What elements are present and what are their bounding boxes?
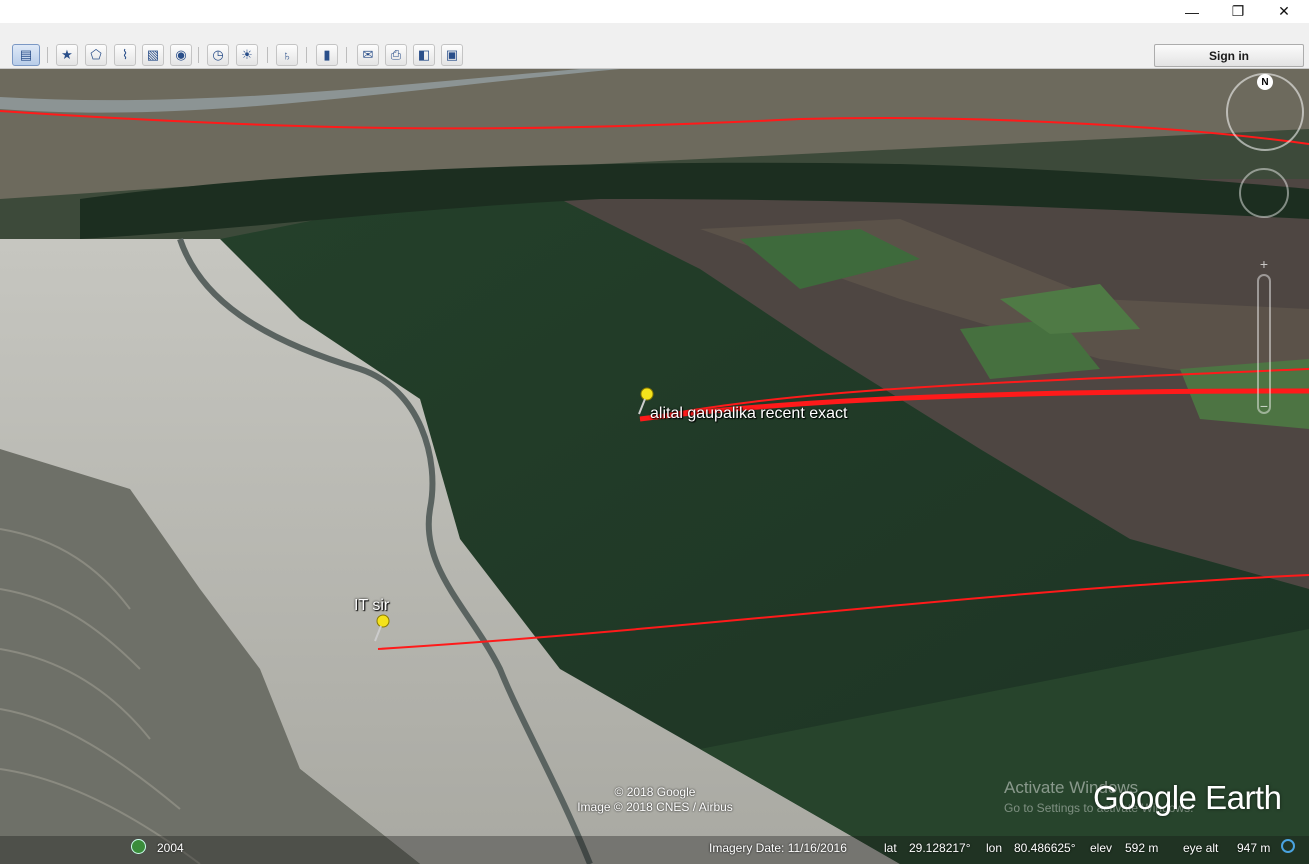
view-in-maps-button[interactable]: ◧: [413, 44, 435, 66]
planet-icon: ♄: [282, 47, 292, 63]
print-button[interactable]: ⎙: [385, 44, 407, 66]
placemark-label[interactable]: alital gaupalika recent exact: [650, 405, 847, 423]
lat-label: lat: [884, 841, 897, 855]
lon-label: lon: [986, 841, 1003, 855]
record-tour-button[interactable]: ◉: [170, 44, 192, 66]
streaming-progress-icon: [1281, 839, 1295, 853]
toolbar-separator: [306, 47, 307, 63]
status-bar: [0, 836, 1309, 864]
lat-value: 29.128217°: [909, 841, 971, 855]
toolbar-separator: [198, 47, 199, 63]
toolbar-separator: [346, 47, 347, 63]
pushpin-add-icon: ★: [61, 47, 73, 62]
zoom-slider[interactable]: [1257, 274, 1271, 414]
email-icon: ✉: [362, 47, 374, 62]
historical-imagery-button[interactable]: ◷: [207, 44, 229, 66]
elev-label: elev: [1090, 841, 1113, 855]
pushpin-icon[interactable]: [372, 614, 392, 642]
minimize-button[interactable]: —: [1169, 0, 1215, 23]
toolbar-separator: [267, 47, 268, 63]
history-year[interactable]: 2004: [157, 841, 184, 855]
earth-view[interactable]: alital gaupalika recent exact IT sir N +…: [0, 69, 1309, 864]
add-image-overlay-button[interactable]: ▧: [142, 44, 164, 66]
email-button[interactable]: ✉: [357, 44, 379, 66]
sidebar-toggle-button[interactable]: ▤: [12, 44, 40, 66]
maps-icon: ◧: [417, 47, 431, 62]
polygon-add-icon: ⬠: [90, 47, 102, 62]
planets-button[interactable]: ♄: [276, 44, 298, 66]
maximize-button[interactable]: ❐: [1215, 0, 1261, 23]
copyright-imagery: Image © 2018 CNES / Airbus: [577, 800, 733, 814]
imagery-date: Imagery Date: 11/16/2016: [709, 841, 847, 855]
sun-icon: ☀: [241, 47, 253, 62]
zoom-in-icon[interactable]: +: [1255, 257, 1273, 271]
add-path-button[interactable]: ⌇: [114, 44, 136, 66]
north-indicator[interactable]: N: [1257, 74, 1273, 90]
copyright-google: © 2018 Google: [614, 785, 696, 799]
look-joystick[interactable]: [1239, 168, 1289, 218]
save-image-button[interactable]: ▣: [441, 44, 463, 66]
sunlight-button[interactable]: ☀: [236, 44, 258, 66]
placemark-label[interactable]: IT sir: [354, 597, 389, 615]
minimize-icon: —: [1185, 3, 1199, 20]
restore-icon: ❐: [1231, 3, 1245, 19]
image-overlay-icon: ▧: [146, 47, 160, 62]
add-polygon-button[interactable]: ⬠: [85, 44, 107, 66]
clock-icon: ◷: [212, 47, 224, 62]
print-icon: ⎙: [390, 47, 402, 62]
elev-value: 592 m: [1125, 841, 1159, 855]
add-placemark-button[interactable]: ★: [56, 44, 78, 66]
lon-value: 80.486625°: [1014, 841, 1076, 855]
toolbar-separator: [47, 47, 48, 63]
toolbar: ▤ ★ ⬠ ⌇ ▧ ◉ ◷ ☀ ♄ ▮ ✉ ⎙ ◧ ▣: [0, 23, 1309, 69]
ruler-button[interactable]: ▮: [316, 44, 338, 66]
google-earth-logo: Google Earth: [1093, 779, 1282, 816]
close-icon: ✕: [1278, 3, 1290, 19]
historical-imagery-icon[interactable]: [131, 839, 146, 854]
path-add-icon: ⌇: [121, 47, 129, 62]
window-title-bar: — ❐ ✕: [0, 0, 1309, 23]
save-image-icon: ▣: [445, 47, 459, 62]
record-tour-icon: ◉: [175, 47, 187, 62]
sign-in-button[interactable]: Sign in: [1154, 44, 1304, 67]
zoom-out-icon[interactable]: −: [1255, 399, 1273, 413]
sidebar-icon: ▤: [19, 47, 33, 62]
satellite-imagery: [0, 69, 1309, 864]
eye-alt-label: eye alt: [1183, 841, 1219, 855]
eye-alt-value: 947 m: [1237, 841, 1271, 855]
ruler-icon: ▮: [323, 47, 331, 62]
close-button[interactable]: ✕: [1261, 0, 1307, 23]
